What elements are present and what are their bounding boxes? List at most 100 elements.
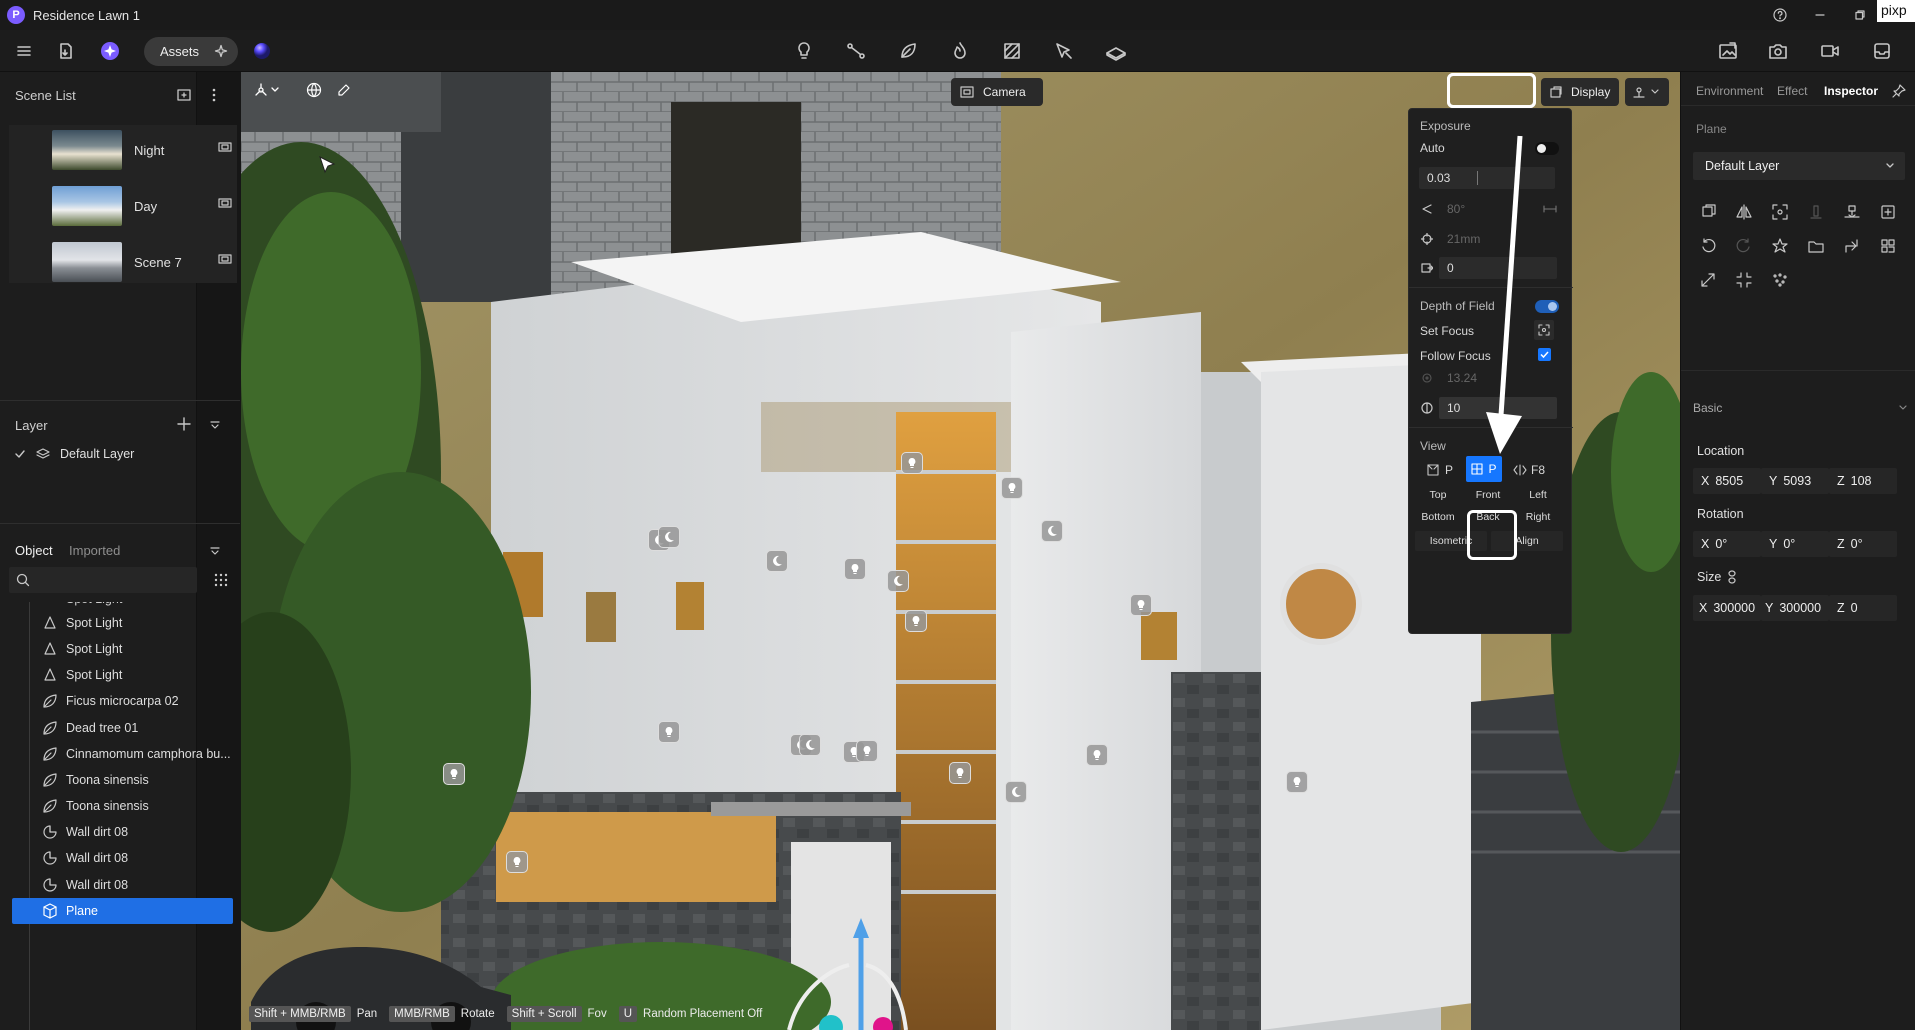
search-input[interactable] xyxy=(35,570,185,590)
moon-light-marker-icon[interactable] xyxy=(887,570,909,592)
view-left-button[interactable]: Left xyxy=(1515,489,1561,501)
drop-to-ground-icon[interactable] xyxy=(1844,204,1862,222)
tab-object[interactable]: Object xyxy=(15,543,53,558)
scene-item-night[interactable]: Night xyxy=(18,125,246,175)
light-bulb-marker-icon[interactable] xyxy=(1286,771,1308,793)
gizmo-mode-icon[interactable] xyxy=(253,82,279,98)
rotation-z-field[interactable]: Z 0° xyxy=(1829,531,1897,557)
light-bulb-marker-icon[interactable] xyxy=(949,762,971,784)
align-icon[interactable] xyxy=(1808,204,1826,222)
size-x-field[interactable]: X 300000 xyxy=(1693,595,1761,621)
fov-f8-button[interactable]: F8 xyxy=(1513,459,1553,481)
camera-snapshot-icon[interactable] xyxy=(1764,37,1792,65)
moon-light-marker-icon[interactable] xyxy=(766,550,788,572)
focus-icon[interactable] xyxy=(1772,204,1790,222)
layer-dropdown-icon[interactable] xyxy=(210,420,220,430)
qr-icon[interactable] xyxy=(1880,238,1898,256)
tab-environment[interactable]: Environment xyxy=(1696,84,1763,98)
light-bulb-marker-icon[interactable] xyxy=(1086,744,1108,766)
tab-imported[interactable]: Imported xyxy=(69,543,120,558)
light-bulb-marker-icon[interactable] xyxy=(443,763,465,785)
light-bulb-icon[interactable] xyxy=(790,37,818,65)
light-bulb-marker-icon[interactable] xyxy=(905,610,927,632)
tab-inspector[interactable]: Inspector xyxy=(1824,84,1878,98)
pin-panel-icon[interactable] xyxy=(1892,84,1906,98)
scene-item-day[interactable]: Day xyxy=(18,181,246,231)
list-item[interactable]: Ficus microcarpa 02 xyxy=(42,688,232,714)
list-item[interactable]: Cinnamomum camphora bu... xyxy=(42,741,232,767)
assets-button[interactable]: Assets xyxy=(144,37,238,66)
display-button[interactable]: Display xyxy=(1541,78,1619,106)
location-z-field[interactable]: Z 108 xyxy=(1829,468,1897,494)
link-icon[interactable] xyxy=(1727,570,1737,584)
restore-icon[interactable] xyxy=(1850,5,1870,25)
fire-icon[interactable] xyxy=(946,37,974,65)
globe-icon[interactable] xyxy=(306,82,322,98)
material-sphere-icon[interactable] xyxy=(248,37,276,65)
moon-light-marker-icon[interactable] xyxy=(1005,781,1027,803)
list-item-selected[interactable]: Plane xyxy=(12,897,233,924)
list-item[interactable]: Wall dirt 08 xyxy=(42,845,232,871)
list-item[interactable]: Wall dirt 08 xyxy=(42,819,232,845)
scene-camera-icon[interactable] xyxy=(218,197,232,209)
layer-item-default[interactable]: Default Layer xyxy=(14,442,234,466)
add-layer-icon[interactable] xyxy=(177,417,191,431)
decal-tool-icon[interactable] xyxy=(998,37,1026,65)
undo-icon[interactable] xyxy=(1700,238,1718,256)
scene-camera-icon[interactable] xyxy=(218,141,232,153)
light-bulb-marker-icon[interactable] xyxy=(856,740,878,762)
ground-plane-icon[interactable] xyxy=(1102,37,1130,65)
place-tool-icon[interactable] xyxy=(1050,37,1078,65)
light-bulb-marker-icon[interactable] xyxy=(1130,594,1152,616)
folder-icon[interactable] xyxy=(1808,238,1826,256)
light-bulb-marker-icon[interactable] xyxy=(901,452,923,474)
scale-icon[interactable] xyxy=(1700,272,1718,290)
list-item[interactable]: Spot Light xyxy=(42,636,232,662)
object-filter-icon[interactable] xyxy=(210,546,220,556)
export-image-icon[interactable] xyxy=(1714,37,1742,65)
moon-light-marker-icon[interactable] xyxy=(799,734,821,756)
leaf-tool-icon[interactable] xyxy=(894,37,922,65)
redo-icon[interactable] xyxy=(1736,238,1754,256)
camera-button[interactable]: Camera xyxy=(951,78,1043,106)
grid-view-icon[interactable] xyxy=(214,573,228,587)
light-bulb-marker-icon[interactable] xyxy=(844,558,866,580)
moon-light-marker-icon[interactable] xyxy=(658,526,680,548)
light-bulb-marker-icon[interactable] xyxy=(1001,477,1023,499)
file-icon[interactable] xyxy=(52,37,80,65)
light-bulb-marker-icon[interactable] xyxy=(506,851,528,873)
list-item[interactable]: Dead tree 01 xyxy=(42,715,232,741)
path-tool-icon[interactable] xyxy=(842,37,870,65)
location-y-field[interactable]: Y 5093 xyxy=(1761,468,1829,494)
list-item[interactable]: Toona sinensis xyxy=(42,793,232,819)
location-x-field[interactable]: X 8505 xyxy=(1693,468,1761,494)
ai-sparkle-icon[interactable] xyxy=(96,37,124,65)
light-bulb-marker-icon[interactable] xyxy=(658,721,680,743)
add-scene-icon[interactable] xyxy=(176,87,192,103)
moon-light-marker-icon[interactable] xyxy=(1041,520,1063,542)
menu-icon[interactable] xyxy=(10,37,38,65)
fit-icon[interactable] xyxy=(1736,272,1754,290)
view-top-button[interactable]: Top xyxy=(1415,489,1461,501)
size-z-field[interactable]: Z0 xyxy=(1829,595,1897,621)
minimize-icon[interactable] xyxy=(1810,5,1830,25)
mirror-icon[interactable] xyxy=(1736,204,1754,222)
add-icon[interactable] xyxy=(1880,204,1898,222)
view-front-button[interactable]: Front xyxy=(1465,489,1511,501)
inbox-icon[interactable] xyxy=(1868,37,1896,65)
duplicate-icon[interactable] xyxy=(1700,204,1718,222)
eyedropper-icon[interactable] xyxy=(336,82,352,98)
list-item[interactable]: Spot Light xyxy=(42,610,232,636)
favorite-icon[interactable] xyxy=(1772,238,1790,256)
view-bottom-button[interactable]: Bottom xyxy=(1415,511,1461,523)
perspective-button-1[interactable]: P xyxy=(1427,459,1463,481)
view-right-button[interactable]: Right xyxy=(1515,511,1561,523)
scatter-icon[interactable] xyxy=(1772,272,1790,290)
list-item[interactable]: Toona sinensis xyxy=(42,767,232,793)
list-item[interactable]: Spot Light xyxy=(42,662,232,688)
size-y-field[interactable]: Y 300000 xyxy=(1761,595,1829,621)
object-search[interactable] xyxy=(9,567,197,593)
share-icon[interactable] xyxy=(1844,238,1862,256)
rotation-x-field[interactable]: X 0° xyxy=(1693,531,1761,557)
tab-effect[interactable]: Effect xyxy=(1777,84,1807,98)
